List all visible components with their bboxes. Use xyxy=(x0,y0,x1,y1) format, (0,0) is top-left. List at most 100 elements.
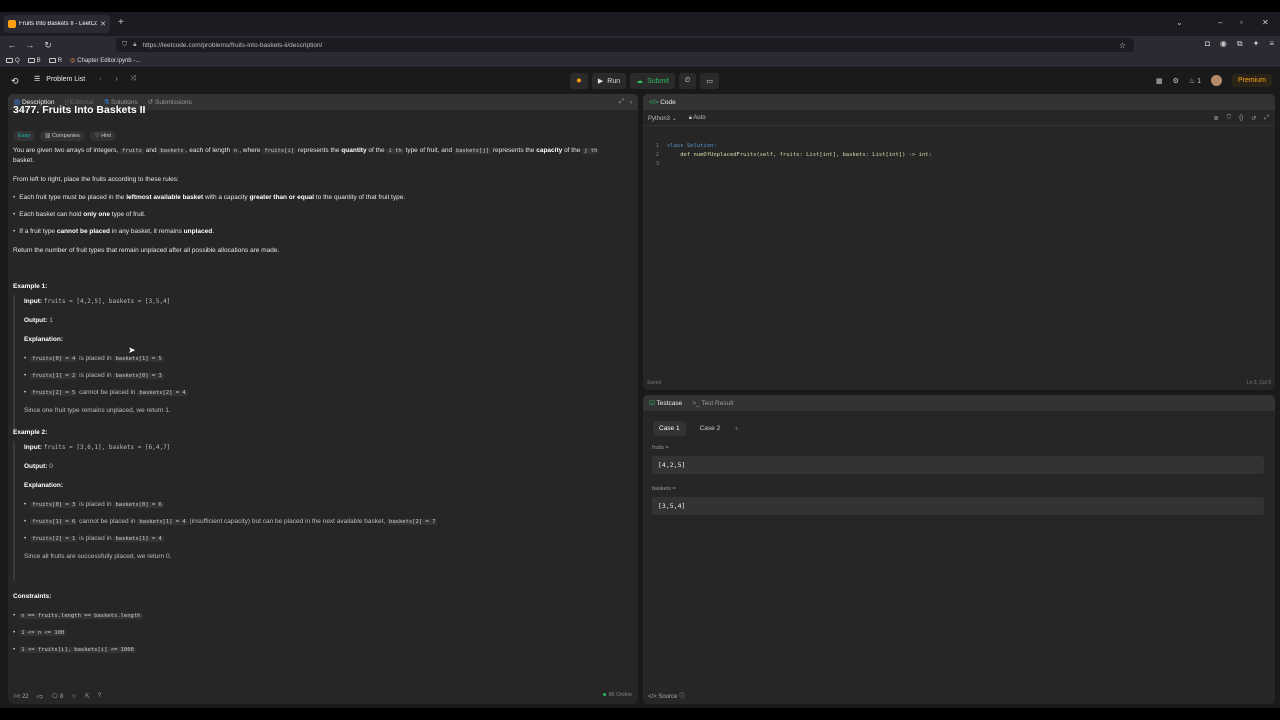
tab-strip: Fruits Into Baskets II - LeetCode ✕ + ⌄ … xyxy=(0,12,1280,36)
code-tabs: </> Code xyxy=(643,94,1275,110)
back-icon[interactable]: ← xyxy=(3,40,21,50)
notes-button[interactable]: ▭ xyxy=(700,73,719,89)
bug-icon: ✹ xyxy=(576,78,582,85)
bookmark-chapter-editor[interactable]: ◎ Chapter Editor.ipynb -... xyxy=(70,57,140,65)
forward-icon[interactable]: → xyxy=(21,40,39,50)
close-tab-icon[interactable]: ✕ xyxy=(100,20,106,28)
comment-icon: 🗨︎ xyxy=(50,693,59,700)
format-icon[interactable]: ≣ xyxy=(1214,115,1219,122)
settings-gear-icon[interactable]: ⚙ xyxy=(1173,77,1179,85)
rule-item: Each fruit type must be placed in the le… xyxy=(13,193,405,203)
hint-tag[interactable]: ♡ Hint xyxy=(89,131,117,141)
code-panel: </> Code Python3 ⌄ 🔒︎ Auto ≣ ⛉ {} ↺ ⤢ 1c… xyxy=(643,94,1275,390)
fullscreen-icon[interactable]: ⤢ xyxy=(1264,115,1269,122)
folder-icon xyxy=(27,58,35,63)
problem-title: 3477. Fruits Into Baskets II xyxy=(13,104,146,116)
close-window-icon[interactable]: ✕ xyxy=(1262,18,1269,27)
saved-status: Saved xyxy=(647,380,662,386)
share-icon[interactable]: ⇱ xyxy=(85,693,90,700)
testcase-tabs: ☑ Testcase >_ Test Result xyxy=(643,395,1275,411)
fruits-input[interactable]: [4,2,5] xyxy=(652,456,1264,474)
cursor-position: Ln 3, Col 9 xyxy=(1246,380,1271,386)
extensions-icon[interactable]: ⧉ xyxy=(1237,39,1243,49)
menu-icon[interactable]: ≡ xyxy=(1269,39,1274,49)
braces-icon[interactable]: {} xyxy=(1239,115,1243,122)
rules-intro: From left to right, place the fruits acc… xyxy=(13,176,179,183)
auto-mode[interactable]: 🔒︎ Auto xyxy=(689,115,706,122)
pocket-icon[interactable]: ◘ xyxy=(1205,39,1210,49)
streak-counter[interactable]: ♨ 1 xyxy=(1189,77,1201,85)
avatar[interactable] xyxy=(1210,75,1222,86)
example-2-block: Input: fruits = [3,6,1], baskets = [6,4,… xyxy=(13,441,438,581)
tab-title: Fruits Into Baskets II - LeetCode xyxy=(19,21,98,27)
constraint-item: n == fruits.length == baskets.length xyxy=(13,611,143,621)
language-select[interactable]: Python3 ⌄ xyxy=(648,115,677,122)
navigation-bar: ← → ↻ ⛉ 🔒︎ https://leetcode.com/problems… xyxy=(0,36,1280,54)
rule-item: If a fruit type cannot be placed in any … xyxy=(13,227,214,237)
fruits-label: fruits = xyxy=(652,445,669,451)
bookmark-folder-q[interactable]: Q xyxy=(6,58,20,64)
companies-tag[interactable]: ▥ Companies xyxy=(40,131,85,141)
code-line: 3 xyxy=(655,161,659,167)
minimize-icon[interactable]: – xyxy=(1218,18,1222,27)
case-2-tab[interactable]: Case 2 xyxy=(694,421,727,436)
example-1-block: Input: fruits = [4,2,5], baskets = [3,5,… xyxy=(13,295,188,435)
mouse-cursor-icon: ➤ xyxy=(128,345,136,355)
shuffle-icon[interactable]: ⤨ xyxy=(130,75,136,83)
browser-tab[interactable]: Fruits Into Baskets II - LeetCode ✕ xyxy=(4,15,110,33)
tab-testcase[interactable]: ☑ Testcase xyxy=(649,399,682,407)
example-2-heading: Example 2: xyxy=(13,429,48,436)
submit-button[interactable]: ☁ Submit xyxy=(630,73,675,89)
prev-problem-icon[interactable]: ‹ xyxy=(99,76,101,83)
lightbulb-icon: ♡ xyxy=(94,133,100,139)
layout-icon[interactable]: ▦ xyxy=(1156,77,1163,85)
code-editor[interactable]: 1 class Solution: 2 def numOfUnplacedFrui… xyxy=(647,142,932,169)
timer-button[interactable]: ⏲ xyxy=(678,73,697,89)
favorite-star-icon[interactable]: ☆ xyxy=(71,693,76,700)
bookmark-folder-r[interactable]: R xyxy=(48,58,62,64)
reset-icon[interactable]: ↺ xyxy=(1251,115,1256,122)
folder-icon xyxy=(48,58,56,63)
baskets-input[interactable]: [3,5,4] xyxy=(652,497,1264,515)
list-icon: ☰ xyxy=(34,76,41,83)
code-line: 1 class Solution: xyxy=(655,143,717,149)
source-button[interactable]: </> Source ⓘ xyxy=(648,691,685,700)
collapse-icon[interactable]: ‹ xyxy=(630,99,632,106)
like-button[interactable]: 👍︎ 22 xyxy=(14,692,29,700)
bookmark-icon[interactable]: ⛉ xyxy=(1227,115,1232,122)
url-bar[interactable]: ⛉ 🔒︎ https://leetcode.com/problems/fruit… xyxy=(116,38,1134,52)
checkbox-icon: ☑ xyxy=(649,400,655,407)
tab-test-result[interactable]: >_ Test Result xyxy=(692,400,733,407)
new-tab-icon[interactable]: + xyxy=(118,17,124,28)
browser-window: Fruits Into Baskets II - LeetCode ✕ + ⌄ … xyxy=(0,12,1280,708)
help-icon[interactable]: ? xyxy=(98,693,101,699)
premium-button[interactable]: Premium xyxy=(1231,74,1272,87)
tab-submissions[interactable]: ↺ Submissions xyxy=(148,98,192,106)
fire-icon: ♨ xyxy=(1188,77,1196,85)
problem-list-link[interactable]: Problem List xyxy=(46,76,85,83)
code-brackets-icon: </> xyxy=(648,694,657,700)
leetcode-favicon-icon xyxy=(8,20,16,28)
account-icon[interactable]: ◉ xyxy=(1220,39,1227,49)
next-problem-icon[interactable]: › xyxy=(116,76,118,83)
problem-intro: You are given two arrays of integers, fr… xyxy=(13,147,600,164)
terminal-icon: >_ xyxy=(692,399,700,407)
add-case-icon[interactable]: + xyxy=(734,424,739,433)
bookmark-folder-b[interactable]: B xyxy=(27,58,41,64)
leetcode-logo-icon[interactable]: ⟲ xyxy=(11,76,20,86)
comments-button[interactable]: 🗨︎ 8 xyxy=(51,693,64,700)
run-button[interactable]: ▶ Run xyxy=(591,73,627,89)
constraint-item: 1 <= n <= 100 xyxy=(13,628,67,638)
reload-icon[interactable]: ↻ xyxy=(39,40,57,51)
case-1-tab[interactable]: Case 1 xyxy=(653,421,686,436)
return-description: Return the number of fruit types that re… xyxy=(13,247,280,254)
maximize-icon[interactable]: ▫ xyxy=(1240,18,1243,27)
addon-icon[interactable]: ✦ xyxy=(1253,39,1260,49)
shield-icon: ⛉ xyxy=(122,41,128,48)
tab-code[interactable]: </> Code xyxy=(649,99,676,106)
expand-icon[interactable]: ⤢ xyxy=(619,98,624,106)
dislike-icon[interactable]: 👎︎ xyxy=(37,692,43,700)
bookmark-star-icon[interactable]: ☆ xyxy=(1119,41,1126,50)
tab-list-icon[interactable]: ⌄ xyxy=(1176,18,1183,27)
debug-button[interactable]: ✹ xyxy=(570,73,588,89)
